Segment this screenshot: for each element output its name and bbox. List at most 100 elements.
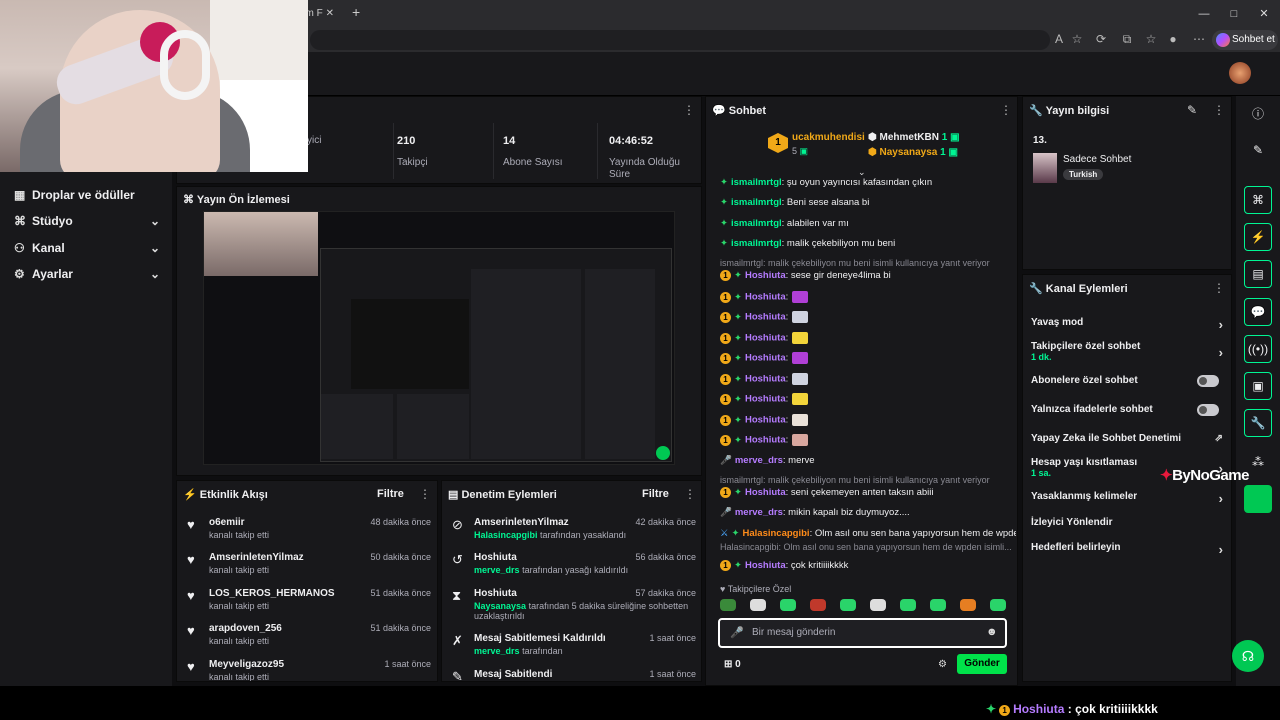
slow-mode-action[interactable]: Yavaş mod › bbox=[1031, 317, 1225, 332]
send-button[interactable]: Gönder bbox=[957, 654, 1007, 674]
emote-shortcut[interactable] bbox=[960, 599, 976, 611]
chat-username[interactable]: ismailmrtgl bbox=[731, 177, 782, 188]
chat-username[interactable]: merve_drs bbox=[735, 455, 783, 466]
chat-message[interactable]: ⚔ ✦ Halasincapgibi: Olm asıl onu sen bana … bbox=[720, 528, 1016, 539]
document-icon[interactable]: ▤ bbox=[1244, 260, 1272, 288]
emote-only-toggle[interactable] bbox=[1197, 404, 1219, 416]
mod-row[interactable]: ⊘ AmserinletenYilmaz Halasincapgibi tarafı… bbox=[450, 517, 696, 551]
pencil-icon[interactable]: ✎ bbox=[1244, 136, 1272, 164]
leader-row-2[interactable]: ⬢ MehmetKBN 1 ▣ bbox=[868, 132, 960, 143]
banned-words-action[interactable]: Yasaklanmış kelimeler › bbox=[1031, 491, 1225, 506]
chat-username[interactable]: Hoshiuta bbox=[745, 487, 786, 498]
emoji-picker-icon[interactable]: ☻ bbox=[986, 626, 998, 638]
chat-username[interactable]: ismailmrtgl bbox=[731, 197, 782, 208]
nav-item-channel[interactable]: ⚇ Kanal ⌄ bbox=[14, 238, 164, 258]
mod-filter-button[interactable]: Filtre bbox=[642, 488, 669, 500]
chat-message[interactable]: 🎤 merve_drs: mikin kapalı biz duymuyoz...… bbox=[720, 507, 1016, 518]
chat-message[interactable]: 1 ✦ Hoshiuta: bbox=[720, 352, 1016, 364]
more-options-icon[interactable]: ⋮ bbox=[683, 103, 695, 117]
chat-message[interactable]: ✦ ismailmrtgl: malik çekebiliyon mu beni bbox=[720, 238, 1016, 249]
stream-tag[interactable]: Turkish bbox=[1063, 169, 1104, 180]
chat-message[interactable]: 1 ✦ Hoshiuta: bbox=[720, 414, 1016, 426]
more-options-icon[interactable]: ⋮ bbox=[1213, 281, 1225, 295]
nav-item-settings[interactable]: ⚙ Ayarlar ⌄ bbox=[14, 264, 164, 284]
favorite-star-icon[interactable]: ☆ bbox=[1068, 30, 1086, 48]
split-screen-icon[interactable]: ⧉ bbox=[1118, 30, 1136, 48]
emote-shortcut[interactable] bbox=[720, 599, 736, 611]
mod-row[interactable]: ✗ Mesaj Sabitlemesi Kaldırıldı merve_drs t… bbox=[450, 633, 696, 667]
chat-message[interactable]: 1 ✦ Hoshiuta: sese gir deneye4lima bi bbox=[720, 270, 1016, 281]
profile-icon[interactable]: ● bbox=[1164, 30, 1182, 48]
ai-moderation-action[interactable]: Yapay Zeka ile Sohbet Denetimi ⇗ bbox=[1031, 433, 1225, 444]
chat-username[interactable]: Hoshiuta bbox=[745, 292, 786, 303]
event-row[interactable]: ♥ AmserinletenYilmaz kanalı takip etti 50 d… bbox=[185, 552, 431, 586]
emote-shortcut[interactable] bbox=[810, 599, 826, 611]
more-icon[interactable]: ⋯ bbox=[1190, 30, 1208, 48]
emote-shortcut[interactable] bbox=[840, 599, 856, 611]
stream-preview-video[interactable] bbox=[203, 211, 675, 465]
mod-row[interactable]: ⧗ Hoshiuta Naysanaysa tarafından 5 dakika … bbox=[450, 588, 696, 624]
chat-username[interactable]: Hoshiuta bbox=[745, 374, 786, 385]
emote-shortcut[interactable] bbox=[930, 599, 946, 611]
emote-shortcut[interactable] bbox=[750, 599, 766, 611]
clip-icon[interactable]: ⌘ bbox=[1244, 186, 1272, 214]
wrench-icon[interactable]: 🔧 bbox=[1244, 409, 1272, 437]
extension-icon[interactable]: ⟳ bbox=[1092, 30, 1110, 48]
favorites-icon[interactable]: ☆ bbox=[1142, 30, 1160, 48]
more-options-icon[interactable]: ⋮ bbox=[419, 487, 431, 501]
chat-username[interactable]: ismailmrtgl bbox=[731, 218, 782, 229]
leader-row-3[interactable]: ⬢ Naysanaysa 1 ▣ bbox=[868, 147, 958, 158]
followers-only-action[interactable]: Takipçilere özel sohbet 1 dk. › bbox=[1031, 341, 1225, 362]
emote-shortcut[interactable] bbox=[870, 599, 886, 611]
chat-username[interactable]: Hoshiuta bbox=[745, 435, 786, 446]
event-row[interactable]: ♥ Meyveligazoz95 kanalı takip etti 1 saat ö… bbox=[185, 659, 431, 681]
leader-name[interactable]: ucakmuhendisi bbox=[792, 132, 865, 143]
more-options-icon[interactable]: ⋮ bbox=[684, 487, 696, 501]
url-input[interactable] bbox=[310, 30, 1050, 50]
chat-reply-context[interactable]: Halasincapgibi: Olm asıl onu sen bana ya… bbox=[720, 542, 1016, 553]
set-goals-action[interactable]: Hedefleri belirleyin › bbox=[1031, 542, 1225, 557]
chat-settings-icon[interactable]: ⚙ bbox=[938, 659, 947, 670]
more-options-icon[interactable]: ⋮ bbox=[1213, 103, 1225, 117]
chat-message[interactable]: 1 ✦ Hoshiuta: çok kritiiiikkkk bbox=[720, 560, 1016, 571]
screen-icon[interactable]: ▣ bbox=[1244, 372, 1272, 400]
emote-shortcut[interactable] bbox=[990, 599, 1006, 611]
nav-item-studio[interactable]: ⌘ Stüdyo ⌄ bbox=[14, 211, 164, 231]
edit-icon[interactable]: ✎ bbox=[1187, 103, 1197, 117]
chat-username[interactable]: Hoshiuta bbox=[745, 353, 786, 364]
close-window-icon[interactable]: ✕ bbox=[1256, 6, 1272, 22]
event-row[interactable]: ♥ arapdoven_256 kanalı takip etti 51 dakika… bbox=[185, 623, 431, 657]
chat-username[interactable]: Hoshiuta bbox=[745, 560, 786, 571]
emote-shortcut[interactable] bbox=[780, 599, 796, 611]
more-options-icon[interactable]: ⋮ bbox=[1000, 103, 1012, 117]
chat-message[interactable]: 1 ✦ Hoshiuta: bbox=[720, 434, 1016, 446]
subscribers-only-toggle[interactable] bbox=[1197, 375, 1219, 387]
chat-username[interactable]: merve_drs bbox=[735, 507, 783, 518]
chat-message[interactable]: 1 ✦ Hoshiuta: bbox=[720, 332, 1016, 344]
chat-username[interactable]: ismailmrtgl bbox=[731, 238, 782, 249]
chat-message[interactable]: 1 ✦ Hoshiuta: seni çekemeyen anten taksın … bbox=[720, 487, 1016, 498]
mod-row[interactable]: ✎ Mesaj Sabitlendi 1 saat önce bbox=[450, 669, 696, 681]
read-aloud-icon[interactable]: A bbox=[1050, 30, 1068, 48]
chat-message[interactable]: 1 ✦ Hoshiuta: bbox=[720, 291, 1016, 303]
chat-input[interactable]: 🎤 Bir mesaj gönderin ☻ bbox=[718, 618, 1007, 648]
chat-username[interactable]: Hoshiuta bbox=[745, 333, 786, 344]
chat-username[interactable]: Hoshiuta bbox=[745, 394, 786, 405]
chat-username[interactable]: Halasincapgibi bbox=[743, 528, 810, 539]
chat-username[interactable]: Hoshiuta bbox=[745, 270, 786, 281]
chat-message[interactable]: 🎤 merve_drs: merve bbox=[720, 455, 1016, 466]
user-avatar[interactable] bbox=[1229, 62, 1251, 84]
chat-reply-context[interactable]: ismailmrtgl: malik çekebiliyon mu beni i… bbox=[720, 258, 1016, 269]
maximize-icon[interactable]: □ bbox=[1226, 6, 1242, 22]
subscribers-only-action[interactable]: Abonelere özel sohbet bbox=[1031, 375, 1225, 387]
chat-message[interactable]: ✦ ismailmrtgl: Beni sese alsana bi bbox=[720, 197, 1016, 208]
new-tab-icon[interactable]: + bbox=[352, 4, 360, 20]
minimize-icon[interactable]: — bbox=[1196, 6, 1212, 22]
chat-reply-context[interactable]: ismailmrtgl: malik çekebiliyon mu beni i… bbox=[720, 475, 1016, 486]
chat-message[interactable]: 1 ✦ Hoshiuta: bbox=[720, 373, 1016, 385]
chat-username[interactable]: Hoshiuta bbox=[745, 312, 786, 323]
emote-only-action[interactable]: Yalnızca ifadelerle sohbet bbox=[1031, 404, 1225, 416]
mod-row[interactable]: ↺ Hoshiuta merve_drs tarafından yasağı kal… bbox=[450, 552, 696, 586]
channel-points[interactable]: ⊞ 0 bbox=[724, 659, 741, 670]
chat-message[interactable]: 1 ✦ Hoshiuta: bbox=[720, 311, 1016, 323]
